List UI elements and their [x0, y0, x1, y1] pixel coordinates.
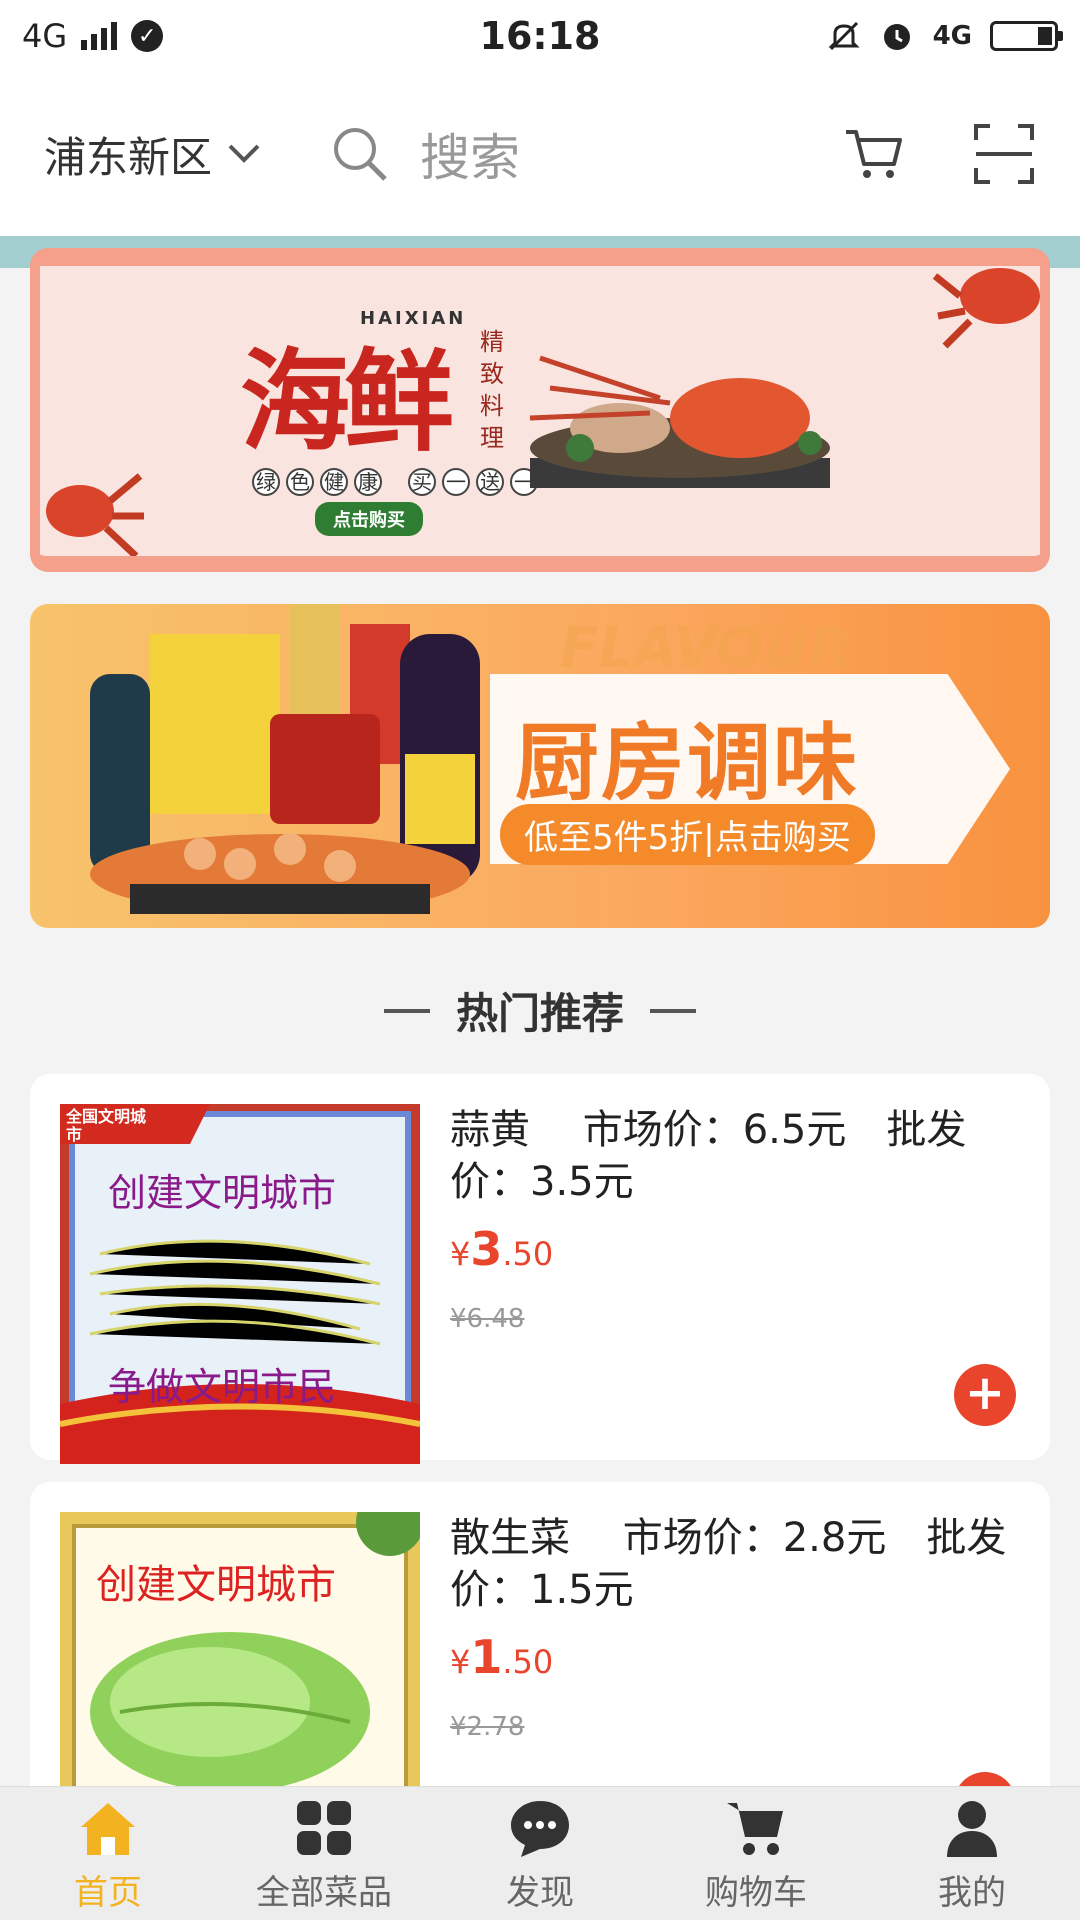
- product-old-price: ¥2.78: [450, 1712, 525, 1742]
- tab-all-dishes[interactable]: 全部菜品: [216, 1787, 432, 1920]
- kitchen-banner[interactable]: FLAVOUR 厨房调味 低至5件5折|点击购买: [30, 604, 1050, 928]
- grid-icon: [297, 1801, 351, 1855]
- product-image[interactable]: 全国文明城市 创建文明城市 争做文明市民: [60, 1104, 420, 1464]
- image-corner-text: 全国文明城市: [66, 1107, 147, 1144]
- section-title: 热门推荐: [0, 980, 1080, 1041]
- district-selector[interactable]: 浦东新区: [44, 124, 262, 185]
- seasoning-bottles-image: [90, 604, 480, 914]
- product-card[interactable]: 全国文明城市 创建文明城市 争做文明市民 蒜黄 市场价：6.5元 批发价：3.5…: [30, 1074, 1050, 1464]
- product-price: ¥3.50: [450, 1222, 553, 1276]
- check-icon: ✓: [131, 20, 164, 52]
- banner-watermark: FLAVOUR: [560, 616, 853, 681]
- signal-icon: [81, 22, 118, 50]
- tag-char: 色: [286, 468, 314, 496]
- chevron-down-icon: [228, 144, 260, 163]
- tab-profile[interactable]: 我的: [864, 1787, 1080, 1920]
- tag-char: 绿: [252, 468, 280, 496]
- product-old-price: ¥6.48: [450, 1304, 525, 1334]
- price-integer: 1: [470, 1630, 503, 1684]
- bottom-tab-bar: 首页 全部菜品 发现 购物车 我的: [0, 1786, 1080, 1920]
- section-title-label: 热门推荐: [455, 989, 624, 1038]
- status-bar: 4G ✓ 16:18 4G: [0, 0, 1080, 72]
- tab-label: 首页: [74, 1873, 142, 1913]
- currency-symbol: ¥: [450, 1643, 471, 1681]
- battery-icon: [990, 21, 1063, 51]
- tab-home[interactable]: 首页: [0, 1787, 216, 1920]
- price-decimal: .50: [502, 1235, 554, 1273]
- image-caption-top: 创建文明城市: [108, 1171, 337, 1215]
- banner-side-text: 精致料理: [480, 328, 504, 452]
- price-decimal: .50: [502, 1643, 554, 1681]
- product-price: ¥1.50: [450, 1630, 553, 1684]
- banner-title: 海鲜: [240, 337, 454, 466]
- price-integer: 3: [470, 1222, 503, 1276]
- tab-label: 购物车: [705, 1873, 807, 1913]
- seafood-banner[interactable]: HAIXIAN 海鲜 精致料理 绿 色 健 康 买 一 送 一 点击购买: [30, 248, 1050, 572]
- mute-icon: [827, 21, 860, 51]
- product-name[interactable]: 散生菜 市场价：2.8元 批发价：1.5元: [450, 1512, 1020, 1616]
- network-label-right: 4G: [932, 21, 972, 51]
- banner-title: 厨房调味: [515, 714, 860, 812]
- tab-cart[interactable]: 购物车: [648, 1787, 864, 1920]
- tab-discover[interactable]: 发现: [432, 1787, 648, 1920]
- search-bar[interactable]: 搜索: [330, 118, 842, 190]
- crab-image: [932, 268, 1040, 349]
- search-icon: [334, 128, 387, 181]
- crab-image: [46, 473, 144, 556]
- top-bar: 浦东新区 搜索: [0, 72, 1080, 236]
- cart-icon: [727, 1803, 783, 1855]
- banner-subtitle[interactable]: 低至5件5折|点击购买: [500, 804, 875, 865]
- tab-label: 发现: [506, 1873, 574, 1913]
- tag-char: 健: [320, 468, 348, 496]
- banner-tags: 绿 色 健 康 买 一 送 一: [252, 468, 538, 496]
- clock: 16:18: [479, 14, 601, 58]
- currency-symbol: ¥: [450, 1235, 471, 1273]
- tag-char: 送: [476, 468, 504, 496]
- banner-buy-button[interactable]: 点击购买: [315, 502, 423, 536]
- scan-icon[interactable]: [972, 122, 1036, 186]
- network-label: 4G: [22, 17, 68, 55]
- tag-char: 康: [354, 468, 382, 496]
- home-icon: [81, 1803, 135, 1855]
- tab-label: 全部菜品: [256, 1873, 392, 1913]
- add-to-cart-button[interactable]: +: [954, 1364, 1016, 1426]
- chat-icon: [511, 1801, 569, 1857]
- search-placeholder: 搜索: [420, 129, 521, 187]
- image-caption-top: 创建文明城市: [96, 1562, 336, 1608]
- product-name[interactable]: 蒜黄 市场价：6.5元 批发价：3.5元: [450, 1104, 1020, 1208]
- tag-char: 一: [442, 468, 470, 496]
- seafood-platter-image: [529, 355, 830, 488]
- alarm-icon: [883, 24, 910, 50]
- user-icon: [947, 1801, 997, 1857]
- tab-label: 我的: [938, 1873, 1006, 1913]
- image-caption-bottom: 争做文明市民: [108, 1365, 337, 1409]
- tag-char: 买: [408, 468, 436, 496]
- cart-icon[interactable]: [842, 122, 906, 186]
- district-label: 浦东新区: [44, 132, 213, 182]
